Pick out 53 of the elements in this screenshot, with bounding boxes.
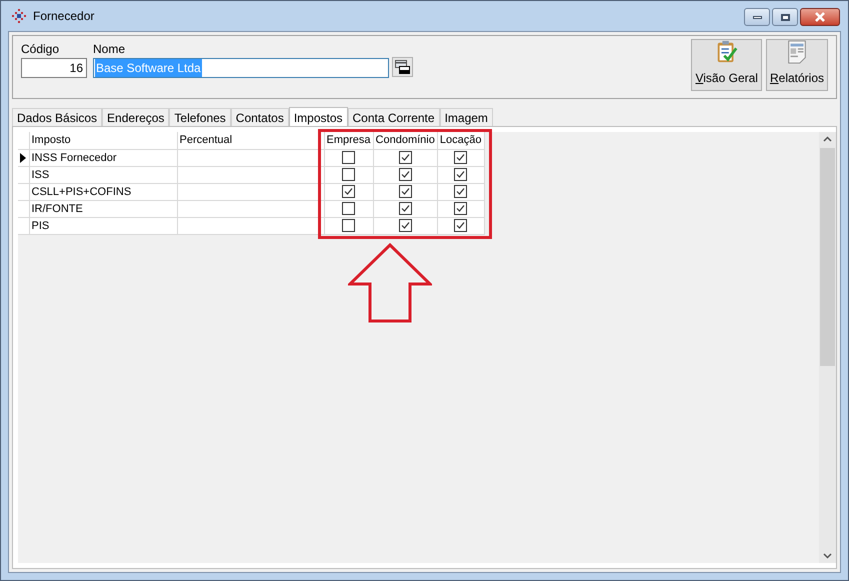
table-cell: CSLL+PIS+COFINS: [29, 183, 177, 200]
table-cell: INSS Fornecedor: [29, 149, 177, 166]
scroll-up-icon[interactable]: [823, 136, 832, 142]
tab[interactable]: Endereços: [102, 108, 170, 126]
tab[interactable]: Impostos: [288, 107, 348, 127]
checkbox[interactable]: [398, 168, 412, 181]
overview-button[interactable]: Visão Geral: [691, 39, 762, 91]
reports-button[interactable]: Relatórios: [766, 39, 828, 91]
checkbox[interactable]: [342, 185, 356, 198]
column-header[interactable]: Percentual: [177, 132, 324, 149]
tab[interactable]: Imagem: [440, 108, 493, 126]
window-list-icon: [395, 60, 410, 74]
minimize-button[interactable]: [744, 8, 770, 26]
checkbox[interactable]: [342, 219, 356, 232]
app-logo-icon: [11, 8, 27, 24]
row-pointer-icon: [20, 152, 26, 162]
close-icon: [814, 12, 826, 22]
tab[interactable]: Contatos: [230, 108, 289, 126]
scrollbar-thumb[interactable]: [820, 148, 835, 366]
checkbox[interactable]: [398, 219, 412, 232]
code-field[interactable]: 16: [21, 58, 87, 78]
table-cell: IR/FONTE: [29, 200, 177, 217]
checkbox[interactable]: [342, 151, 356, 164]
checkbox[interactable]: [454, 168, 468, 181]
tab[interactable]: Telefones: [169, 108, 231, 126]
checkbox[interactable]: [398, 185, 412, 198]
checkbox[interactable]: [342, 168, 356, 181]
checkbox[interactable]: [342, 202, 356, 215]
checkbox[interactable]: [454, 185, 468, 198]
maximize-icon: [780, 14, 790, 20]
table-cell: ISS: [29, 166, 177, 183]
scroll-down-icon[interactable]: [823, 553, 832, 559]
tab[interactable]: Dados Básicos: [12, 108, 102, 126]
checkbox[interactable]: [398, 202, 412, 215]
table-cell: PIS: [29, 217, 177, 234]
vertical-scrollbar[interactable]: [819, 132, 836, 563]
checkbox[interactable]: [454, 202, 468, 215]
column-header[interactable]: Condomínio: [373, 132, 438, 149]
name-label: Nome: [93, 41, 126, 58]
checkbox[interactable]: [398, 151, 412, 164]
column-header[interactable]: Locação: [437, 132, 484, 149]
minimize-icon: [752, 16, 762, 18]
maximize-button[interactable]: [772, 8, 798, 26]
close-button[interactable]: [800, 8, 840, 26]
window-title: Fornecedor: [33, 8, 94, 25]
report-icon: [786, 40, 808, 64]
checkbox[interactable]: [454, 151, 468, 164]
column-header[interactable]: Imposto: [29, 132, 177, 149]
column-header[interactable]: Empresa: [324, 132, 374, 149]
lookup-button[interactable]: [392, 57, 413, 77]
checkbox[interactable]: [454, 219, 468, 232]
code-label: Código: [21, 41, 60, 58]
tab[interactable]: Conta Corrente: [348, 108, 440, 126]
